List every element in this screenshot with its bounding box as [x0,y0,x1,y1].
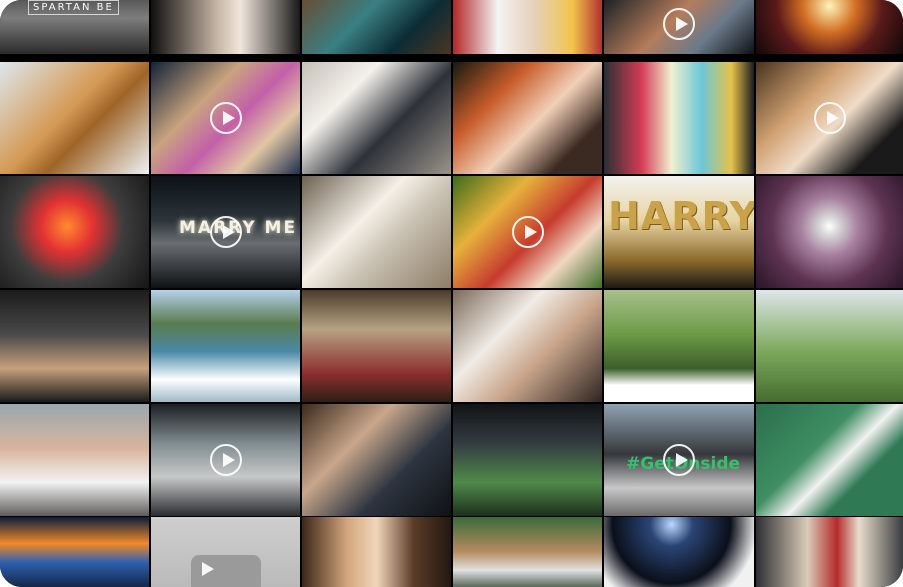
gallery-tile-r5c2[interactable] [151,404,300,516]
gallery-tile-r3c1[interactable] [0,176,149,288]
gallery-tile-r5c6[interactable] [756,404,903,516]
tile-thumbnail [302,290,451,402]
gallery-tile-r1c5[interactable] [604,0,754,54]
tile-thumbnail [756,517,903,587]
gallery-tile-r3c2[interactable]: MARRY ME [151,176,300,288]
gallery-tile-r4c2[interactable] [151,290,300,402]
gallery-tile-r2c6[interactable] [756,62,903,174]
tile-thumbnail [302,62,451,174]
gallery-tile-r3c4[interactable] [453,176,602,288]
gallery-tile-r1c6[interactable] [756,0,903,54]
tile-thumbnail [0,404,149,516]
tile-thumbnail [302,176,451,288]
tile-thumbnail [0,62,149,174]
gallery-tile-r4c5[interactable] [604,290,754,402]
tile-thumbnail [453,62,602,174]
gallery-tile-r6c2[interactable] [151,517,300,587]
tile-thumbnail [756,0,903,54]
tile-thumbnail [756,290,903,402]
tile-thumbnail [302,404,451,516]
tile-thumbnail [302,0,451,54]
tile-thumbnail [604,62,754,174]
gallery-tile-r6c4[interactable] [453,517,602,587]
gallery-tile-r4c1[interactable] [0,290,149,402]
gallery-tile-r6c1[interactable] [0,517,149,587]
gallery-tile-r4c3[interactable] [302,290,451,402]
gallery-tile-r6c6[interactable] [756,517,903,587]
tile-thumbnail [604,517,754,587]
play-icon[interactable] [209,216,242,248]
tile-thumbnail [0,176,149,288]
play-icon[interactable] [511,216,544,248]
gallery-tile-r2c3[interactable] [302,62,451,174]
tile-thumbnail [151,290,300,402]
play-icon[interactable] [190,555,261,587]
gallery-tile-r5c1[interactable] [0,404,149,516]
gallery-tile-r6c3[interactable] [302,517,451,587]
play-icon[interactable] [209,444,242,476]
tile-thumbnail [0,517,149,587]
play-icon[interactable] [663,8,695,40]
tile-thumbnail [453,404,602,516]
tile-thumbnail [756,404,903,516]
gallery-tile-r1c1[interactable]: SPARTAN BE [0,0,149,54]
gallery-tile-r5c5[interactable]: #GetOnside [604,404,754,516]
gallery-tile-r2c5[interactable] [604,62,754,174]
tile-thumbnail [302,517,451,587]
gallery-tile-r4c6[interactable] [756,290,903,402]
gallery-tile-r3c6[interactable] [756,176,903,288]
gallery-tile-r2c2[interactable] [151,62,300,174]
tile-thumbnail [0,290,149,402]
gallery-tile-r3c3[interactable] [302,176,451,288]
media-gallery-grid: SPARTAN BE MARRY ME HARRY #GetOnside [0,0,903,587]
gallery-tile-r6c5[interactable] [604,517,754,587]
tile-overlay-text: HARRY [608,194,754,238]
gallery-tile-r5c4[interactable] [453,404,602,516]
gallery-tile-r1c4[interactable] [453,0,602,54]
tile-thumbnail [756,176,903,288]
tile-thumbnail [453,0,602,54]
tile-overlay-text: SPARTAN BE [28,0,119,15]
gallery-tile-r1c3[interactable] [302,0,451,54]
gallery-tile-r5c3[interactable] [302,404,451,516]
gallery-tile-r3c5[interactable]: HARRY [604,176,754,288]
gallery-tile-r1c2[interactable] [151,0,300,54]
gallery-tile-r2c1[interactable] [0,62,149,174]
play-icon[interactable] [663,444,695,476]
gallery-tile-r2c4[interactable] [453,62,602,174]
play-icon[interactable] [813,102,846,134]
tile-thumbnail [453,290,602,402]
tile-thumbnail [453,517,602,587]
tile-thumbnail [604,290,754,402]
gallery-tile-r4c4[interactable] [453,290,602,402]
tile-thumbnail [151,0,300,54]
play-icon[interactable] [209,102,242,134]
